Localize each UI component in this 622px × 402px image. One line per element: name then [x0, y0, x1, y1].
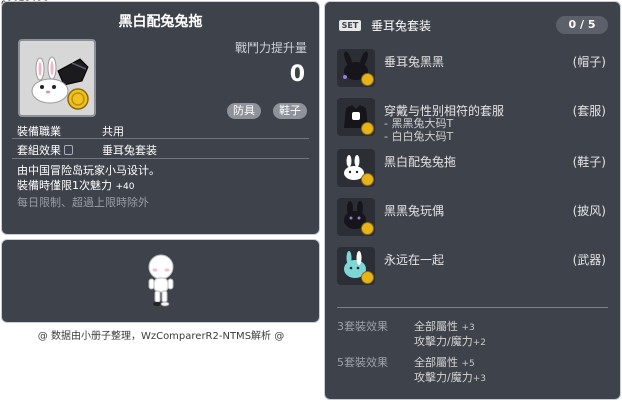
piece-name: 黑黑兔玩偶	[384, 204, 445, 218]
item-tooltip: 黑白配兔兔拖 戰鬥力提升量 0 防具 鞋子 裝備職業 共用 套組效果 垂耳兔套装…	[1, 1, 320, 235]
desc-line-2: 裝備時僅限1次魅力 +40	[17, 178, 160, 195]
bonus-label: 3套裝效果	[337, 320, 388, 333]
bunny-slipper-icon	[337, 149, 375, 187]
bunny-doll-cape-icon	[337, 198, 375, 236]
lock-icon	[64, 145, 73, 155]
character-avatar-icon	[148, 254, 174, 307]
set-piece-shoes: 黑白配兔兔拖 (鞋子)	[337, 149, 612, 189]
coin-icon	[361, 122, 374, 135]
piece-type: (武器)	[572, 253, 606, 267]
item-description: 由中国冒险岛玩家小马设计。 裝備時僅限1次魅力 +40 每日限制、超過上限時除外	[17, 163, 160, 210]
charm-bonus: +40	[115, 182, 135, 192]
divider	[337, 307, 608, 308]
coin-icon	[361, 222, 374, 235]
bonus-line: 攻擊力/魔力+3	[414, 371, 486, 384]
coin-icon	[361, 271, 374, 284]
bonus-line: 全部屬性 +5	[414, 356, 475, 369]
bunny-plush-weapon-icon	[337, 247, 375, 285]
tag-armor: 防具	[227, 103, 261, 119]
item-name: 黑白配兔兔拖	[118, 14, 203, 30]
piece-type: (鞋子)	[572, 155, 606, 169]
tag-shoes: 鞋子	[273, 103, 307, 119]
black-bunny-hat-icon	[337, 49, 375, 87]
set-piece-weapon: 永远在一起 (武器)	[337, 247, 612, 287]
divider	[12, 138, 309, 139]
bonus-line: 攻擊力/魔力+2	[414, 335, 486, 348]
coin-icon	[361, 73, 374, 86]
charm-limit-text: 裝備時僅限1次魅力	[17, 179, 112, 192]
desc-line-3: 每日限制、超過上限時除外	[17, 196, 149, 209]
character-preview	[1, 239, 320, 323]
set-piece-cape: 黑黑兔玩偶 (披风)	[337, 198, 612, 238]
set-piece-hat: 垂耳兔黑黑 (帽子)	[337, 49, 612, 89]
set-effect-value: 垂耳兔套装	[102, 144, 157, 157]
set-piece-outfit: 穿戴与性别相符的套服 (套服) - 黑黑兔大码T - 白白兔大码T	[337, 98, 612, 146]
piece-type: (帽子)	[572, 55, 606, 69]
set-name: 垂耳兔套装	[371, 19, 432, 33]
footer-credit: @ 数据由小册子整理，WzComparerR2-NTMS解析 @	[37, 331, 285, 342]
bonus-label: 5套裝效果	[337, 356, 388, 369]
set-info-panel: SET 垂耳兔套装 0 / 5 垂耳兔黑黑 (帽子) 穿戴与性别相符的套服 (套…	[324, 1, 621, 400]
job-value: 共用	[102, 125, 124, 138]
piece-name: 永远在一起	[384, 253, 445, 267]
piece-name: 垂耳兔黑黑	[384, 55, 445, 69]
attack-power-label: 戰鬥力提升量	[234, 41, 307, 55]
piece-type: (披风)	[572, 204, 606, 218]
job-row: 裝備職業 共用	[17, 123, 124, 139]
piece-sub-item: - 白白兔大码T	[384, 130, 454, 143]
bunny-outfit-icon	[337, 98, 375, 136]
set-effect-row: 套組效果 垂耳兔套装	[17, 142, 157, 158]
piece-name: 黑白配兔兔拖	[384, 155, 457, 169]
bonus-line: 全部屬性 +3	[414, 320, 475, 333]
divider	[12, 158, 309, 159]
set-badge: SET	[339, 20, 361, 31]
set-effect-label: 套組效果	[17, 144, 61, 157]
set-count: 0 / 5	[556, 16, 608, 34]
job-label: 裝備職業	[17, 125, 61, 138]
coin-icon	[361, 173, 374, 186]
item-icon-frame	[18, 39, 96, 117]
piece-type: (套服)	[572, 104, 606, 118]
bunny-slipper-icon	[31, 56, 89, 110]
attack-power-value: 0	[289, 62, 305, 87]
desc-line-1: 由中国冒险岛玩家小马设计。	[17, 164, 160, 177]
